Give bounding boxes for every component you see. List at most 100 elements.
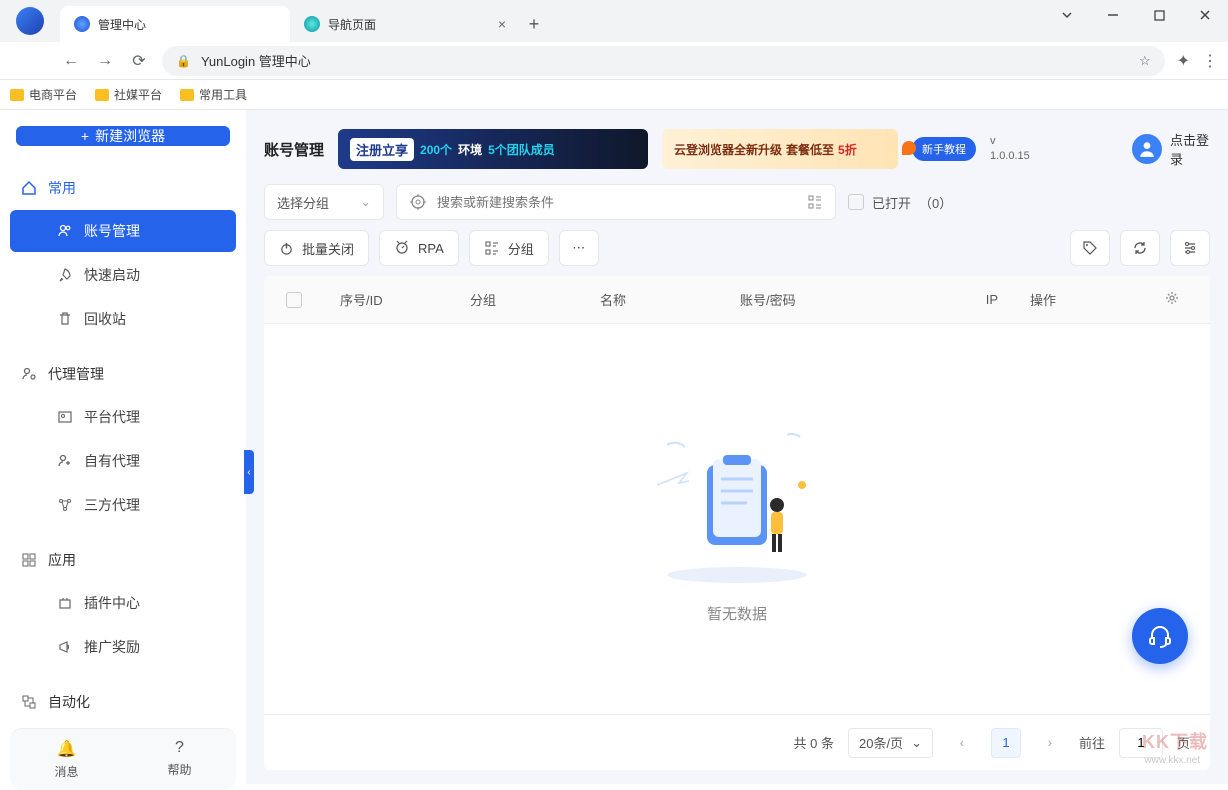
sidebar-item-label: 快速启动 bbox=[84, 265, 140, 285]
sidebar-section-auto[interactable]: 自动化 bbox=[0, 682, 246, 722]
sidebar-item-plugins[interactable]: 插件中心 bbox=[10, 582, 236, 624]
menu-icon[interactable]: ⋮ bbox=[1202, 51, 1218, 71]
col-account: 账号/密码 bbox=[724, 290, 924, 309]
sidebar-collapse-handle[interactable]: ‹ bbox=[244, 450, 254, 494]
close-icon[interactable] bbox=[1182, 0, 1228, 30]
chevron-down-icon[interactable] bbox=[1044, 0, 1090, 30]
sidebar-footer: 🔔 消息 ? 帮助 bbox=[10, 728, 236, 790]
sidebar-item-label: 回收站 bbox=[84, 309, 126, 329]
tab-nav[interactable]: 导航页面 × bbox=[290, 6, 520, 42]
sidebar-section-app[interactable]: 应用 bbox=[0, 540, 246, 580]
reload-icon[interactable]: ⟳ bbox=[128, 51, 150, 71]
id-icon bbox=[56, 409, 74, 425]
sidebar-item-platform-proxy[interactable]: 平台代理 bbox=[10, 396, 236, 438]
star-icon[interactable]: ☆ bbox=[1139, 53, 1151, 69]
tag-button[interactable] bbox=[1070, 230, 1110, 266]
sidebar-item-label: 推广奖励 bbox=[84, 637, 140, 657]
bookmark-item[interactable]: 社媒平台 bbox=[95, 86, 162, 103]
search-box[interactable] bbox=[396, 184, 836, 220]
floating-support-button[interactable] bbox=[1132, 608, 1188, 664]
chevron-down-icon: ⌄ bbox=[360, 194, 371, 210]
back-icon[interactable]: ← bbox=[60, 52, 82, 70]
section-label: 代理管理 bbox=[48, 364, 104, 384]
page-size-select[interactable]: 20条/页 ⌄ bbox=[848, 728, 933, 758]
refresh-button[interactable] bbox=[1120, 230, 1160, 266]
extensions-icon[interactable]: ✦ bbox=[1177, 51, 1190, 71]
search-input[interactable] bbox=[437, 195, 797, 210]
chevron-down-icon: ⌄ bbox=[911, 735, 922, 751]
bookmark-item[interactable]: 电商平台 bbox=[10, 86, 77, 103]
tab-admin[interactable]: 管理中心 bbox=[60, 6, 290, 42]
group-select[interactable]: 选择分组 ⌄ bbox=[264, 184, 384, 220]
more-button[interactable]: ⋯ bbox=[559, 230, 599, 266]
power-icon bbox=[279, 241, 294, 256]
section-label: 自动化 bbox=[48, 692, 90, 712]
list-toggle-icon[interactable] bbox=[807, 194, 823, 210]
opened-filter[interactable]: 已打开 （0） bbox=[848, 193, 952, 212]
footer-messages[interactable]: 🔔 消息 bbox=[10, 729, 123, 790]
new-browser-button[interactable]: + 新建浏览器 bbox=[16, 126, 230, 146]
address-bar[interactable]: 🔒 YunLogin 管理中心 ☆ bbox=[162, 46, 1165, 76]
browser-titlebar: 管理中心 导航页面 × + bbox=[0, 0, 1228, 42]
sidebar-section-common[interactable]: 常用 bbox=[0, 168, 246, 208]
promo-text: 环境 bbox=[458, 141, 482, 158]
sidebar-item-recycle[interactable]: 回收站 bbox=[10, 298, 236, 340]
group-button[interactable]: 分组 bbox=[469, 230, 549, 266]
footer-label: 帮助 bbox=[167, 763, 191, 777]
col-name: 名称 bbox=[584, 290, 724, 309]
prev-page-button[interactable]: ‹ bbox=[947, 728, 977, 758]
app-root: + 新建浏览器 常用 账号管理 快速启动 回收站 bbox=[0, 110, 1228, 784]
folder-icon bbox=[10, 89, 24, 101]
settings-button[interactable] bbox=[1170, 230, 1210, 266]
tutorial-badge[interactable]: 新手教程 bbox=[912, 137, 976, 161]
footer-label: 消息 bbox=[54, 765, 78, 779]
sidebar-item-promo[interactable]: 推广奖励 bbox=[10, 626, 236, 668]
megaphone-icon bbox=[56, 639, 74, 655]
page-title: 账号管理 bbox=[264, 139, 324, 160]
tab-title: 导航页面 bbox=[328, 16, 376, 33]
sidebar-item-label: 三方代理 bbox=[84, 495, 140, 515]
folder-icon bbox=[180, 89, 194, 101]
promo-banner-register[interactable]: 注册立享 200个 环境 5个团队成员 bbox=[338, 129, 648, 169]
batch-close-button[interactable]: 批量关闭 bbox=[264, 230, 369, 266]
headset-icon bbox=[1146, 622, 1174, 650]
filter-row: 选择分组 ⌄ 已打开 （0） bbox=[264, 184, 1210, 220]
promo-text: 云登浏览器全新升级 bbox=[674, 141, 782, 158]
sliders-icon bbox=[1182, 240, 1198, 256]
maximize-icon[interactable] bbox=[1136, 0, 1182, 30]
plugin-icon bbox=[56, 595, 74, 611]
promo-text: 套餐低至 bbox=[786, 141, 834, 158]
sidebar-item-quickstart[interactable]: 快速启动 bbox=[10, 254, 236, 296]
tutorial-label: 新手教程 bbox=[912, 137, 976, 161]
sidebar-item-third-proxy[interactable]: 三方代理 bbox=[10, 484, 236, 526]
col-settings[interactable] bbox=[1114, 290, 1210, 309]
sidebar-item-label: 账号管理 bbox=[84, 221, 140, 241]
page-number[interactable]: 1 bbox=[991, 728, 1021, 758]
select-all-checkbox[interactable] bbox=[286, 292, 302, 308]
footer-help[interactable]: ? 帮助 bbox=[123, 729, 236, 790]
next-page-button[interactable]: › bbox=[1035, 728, 1065, 758]
minimize-icon[interactable] bbox=[1090, 0, 1136, 30]
bookmark-label: 社媒平台 bbox=[114, 86, 162, 103]
bookmark-label: 常用工具 bbox=[199, 86, 247, 103]
help-icon: ? bbox=[123, 739, 236, 757]
promo-banner-upgrade[interactable]: 云登浏览器全新升级 套餐低至 5折 bbox=[662, 129, 898, 169]
button-label: 分组 bbox=[508, 239, 534, 258]
sidebar-section-proxy[interactable]: 代理管理 bbox=[0, 354, 246, 394]
sidebar-item-own-proxy[interactable]: 自有代理 bbox=[10, 440, 236, 482]
promo-discount: 5折 bbox=[838, 141, 857, 158]
new-tab-button[interactable]: + bbox=[520, 6, 548, 42]
rpa-button[interactable]: RPA bbox=[379, 230, 459, 266]
window-controls bbox=[1044, 0, 1228, 30]
sidebar-item-account[interactable]: 账号管理 bbox=[10, 210, 236, 252]
user-area[interactable]: 点击登录 bbox=[1132, 130, 1210, 168]
rpa-icon bbox=[394, 240, 410, 256]
close-icon[interactable]: × bbox=[498, 16, 506, 32]
version-info: v 1.0.0.15 bbox=[990, 134, 1030, 165]
automation-icon bbox=[20, 694, 38, 710]
user-plus-icon bbox=[56, 453, 74, 469]
checkbox-icon[interactable] bbox=[848, 194, 864, 210]
empty-text: 暂无数据 bbox=[707, 603, 767, 624]
bookmark-item[interactable]: 常用工具 bbox=[180, 86, 247, 103]
forward-icon[interactable]: → bbox=[94, 52, 116, 70]
